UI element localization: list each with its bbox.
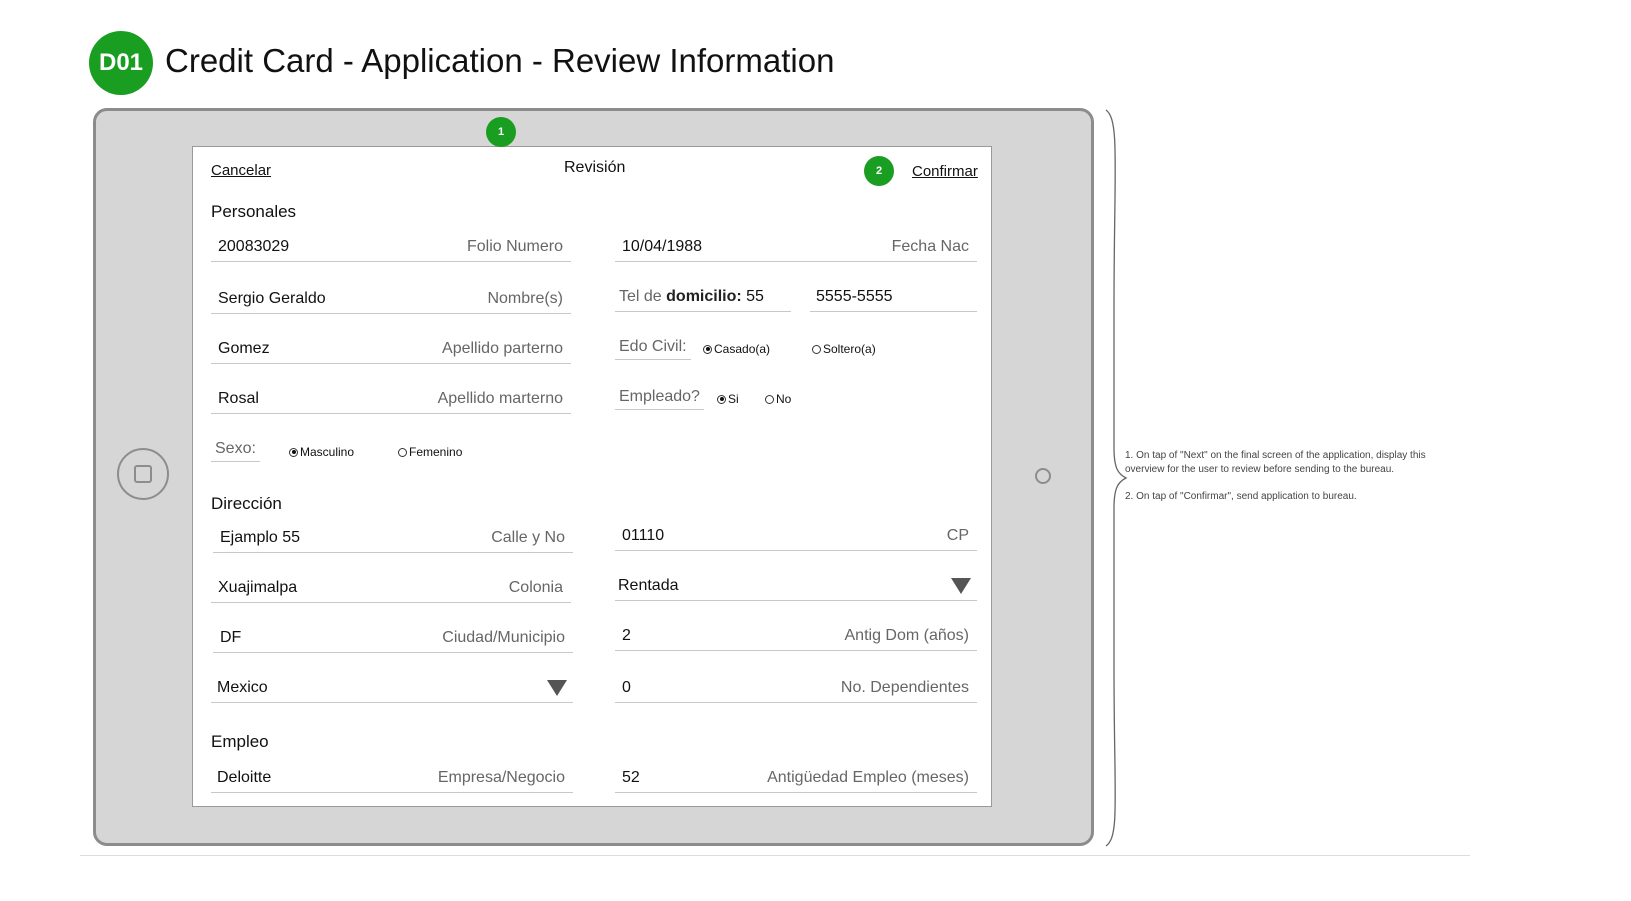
- surname-maternal-field[interactable]: Rosal Apellido marterno: [211, 388, 571, 414]
- phone-area-value: 55: [746, 288, 764, 305]
- street-field[interactable]: Ejamplo 55 Calle y No: [213, 527, 573, 553]
- colonia-label: Colonia: [508, 579, 563, 596]
- surname-paternal-label: Apellido parterno: [442, 340, 563, 357]
- company-label: Empresa/Negocio: [437, 769, 565, 786]
- country-value: Mexico: [217, 679, 268, 696]
- confirm-link[interactable]: Confirmar: [912, 163, 978, 180]
- employed-option-no-label: No: [776, 392, 792, 406]
- marital-option-married[interactable]: Casado(a): [703, 342, 770, 356]
- sex-option-male[interactable]: Masculino: [289, 445, 354, 459]
- folio-field[interactable]: 20083029 Folio Numero: [211, 236, 571, 262]
- annotation-marker-2: 2: [864, 156, 894, 186]
- colonia-value: Xuajimalpa: [218, 579, 298, 596]
- employed-option-yes-label: Si: [728, 392, 739, 406]
- employed-option-no[interactable]: No: [765, 392, 791, 406]
- marital-option-single[interactable]: Soltero(a): [812, 342, 876, 356]
- surname-maternal-label: Apellido marterno: [437, 390, 563, 407]
- annotation-note-2: 2. On tap of "Confirmar", send applicati…: [1125, 491, 1357, 502]
- camera-icon: [1035, 468, 1051, 484]
- first-name-label: Nombre(s): [487, 290, 563, 307]
- employed-label: Empleado?: [615, 388, 704, 410]
- folio-value: 20083029: [218, 238, 290, 255]
- dropdown-arrow-icon: [547, 680, 567, 696]
- annotation-marker-1: 1: [486, 117, 516, 147]
- radio-selected-icon: [703, 344, 712, 354]
- radio-unselected-icon: [398, 447, 407, 457]
- residence-years-value: 2: [622, 627, 631, 644]
- surname-paternal-field[interactable]: Gomez Apellido parterno: [211, 338, 571, 364]
- cancel-link[interactable]: Cancelar: [211, 162, 271, 179]
- dropdown-arrow-icon: [951, 578, 971, 594]
- dob-field[interactable]: 10/04/1988 Fecha Nac: [615, 236, 977, 262]
- company-value: Deloitte: [217, 769, 272, 786]
- employed-option-yes[interactable]: Si: [717, 392, 739, 406]
- employment-months-field[interactable]: 52 Antigüedad Empleo (meses): [615, 767, 977, 793]
- housing-select[interactable]: Rentada: [615, 575, 977, 601]
- marital-option-single-label: Soltero(a): [823, 342, 876, 356]
- phone-number-value: 5555-5555: [816, 288, 893, 305]
- section-heading-personal: Personales: [211, 202, 297, 221]
- section-heading-address: Dirección: [211, 494, 282, 513]
- residence-years-label: Antig Dom (años): [844, 627, 970, 644]
- first-name-field[interactable]: Sergio Geraldo Nombre(s): [211, 288, 571, 314]
- housing-value: Rentada: [618, 577, 679, 594]
- city-field[interactable]: DF Ciudad/Municipio: [213, 627, 573, 653]
- radio-unselected-icon: [765, 394, 774, 404]
- radio-selected-icon: [289, 447, 298, 457]
- radio-unselected-icon: [812, 344, 821, 354]
- dob-label: Fecha Nac: [891, 238, 969, 255]
- first-name-value: Sergio Geraldo: [218, 290, 326, 307]
- dob-value: 10/04/1988: [622, 238, 703, 255]
- screen-id-badge: D01: [89, 31, 153, 95]
- annotation-brace: [1105, 109, 1128, 847]
- street-label: Calle y No: [491, 529, 565, 546]
- page-title: Credit Card - Application - Review Infor…: [165, 42, 835, 79]
- postal-code-value: 01110: [622, 527, 665, 544]
- marital-status-label: Edo Civil:: [615, 338, 691, 360]
- postal-code-field[interactable]: 01110 CP: [615, 525, 977, 551]
- postal-code-label: CP: [946, 527, 969, 544]
- phone-area-field[interactable]: Tel de domicilio: 55: [615, 286, 791, 312]
- employment-months-value: 52: [622, 769, 640, 786]
- residence-years-field[interactable]: 2 Antig Dom (años): [615, 625, 977, 651]
- screen-title: Revisión: [564, 159, 626, 176]
- sex-label: Sexo:: [211, 440, 260, 462]
- city-label: Ciudad/Municipio: [442, 629, 565, 646]
- marital-option-married-label: Casado(a): [714, 342, 771, 356]
- surname-paternal-value: Gomez: [218, 340, 270, 357]
- colonia-field[interactable]: Xuajimalpa Colonia: [211, 577, 571, 603]
- sex-option-female[interactable]: Femenino: [398, 445, 462, 459]
- street-value: Ejamplo 55: [220, 529, 301, 546]
- employment-months-label: Antigüedad Empleo (meses): [767, 769, 969, 786]
- folio-label: Folio Numero: [466, 238, 563, 255]
- dependents-label: No. Dependientes: [840, 679, 969, 696]
- sex-option-female-label: Femenino: [409, 445, 463, 459]
- section-heading-employment: Empleo: [211, 732, 269, 751]
- surname-maternal-value: Rosal: [218, 390, 259, 407]
- city-value: DF: [220, 629, 242, 646]
- company-field[interactable]: Deloitte Empresa/Negocio: [211, 767, 573, 793]
- annotation-note-1: 1. On tap of "Next" on the final screen …: [1125, 450, 1426, 475]
- phone-label-bold: domicilio:: [666, 288, 742, 305]
- dependents-field[interactable]: 0 No. Dependientes: [615, 677, 977, 703]
- dependents-value: 0: [622, 679, 631, 696]
- divider: [80, 855, 1470, 856]
- radio-selected-icon: [717, 394, 726, 404]
- phone-number-field[interactable]: 5555-5555: [810, 286, 977, 312]
- country-select[interactable]: Mexico: [211, 677, 573, 703]
- home-button-icon: [117, 448, 169, 500]
- sex-option-male-label: Masculino: [300, 445, 355, 459]
- phone-label-prefix: Tel de: [619, 288, 667, 305]
